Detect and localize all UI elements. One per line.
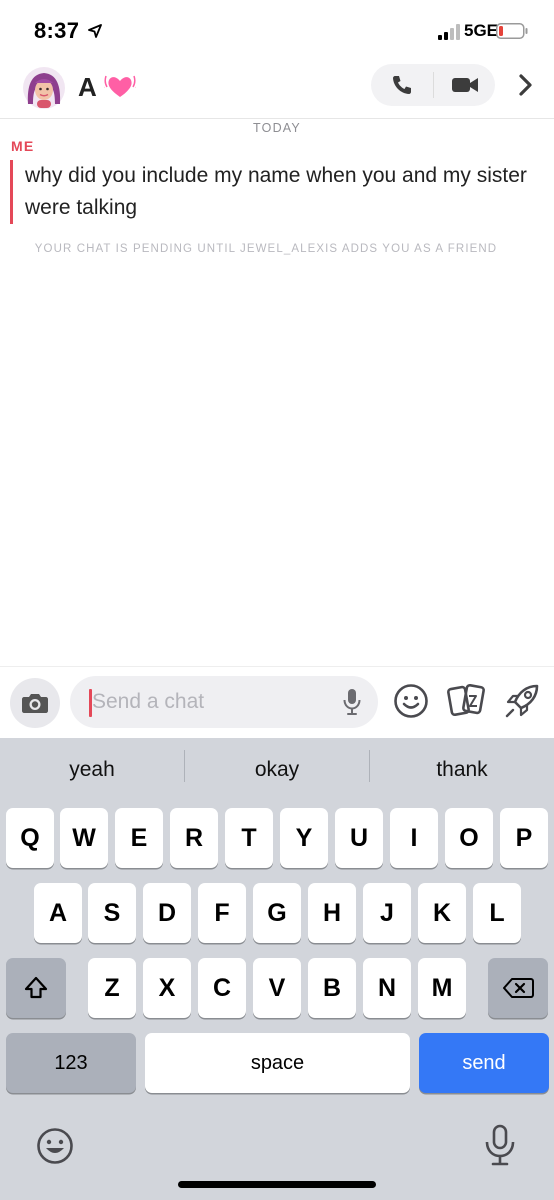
key-d[interactable]: D: [143, 883, 191, 943]
chat-input[interactable]: Send a chat: [70, 676, 378, 728]
suggestion-3[interactable]: thank: [370, 738, 554, 802]
key-y[interactable]: Y: [280, 808, 328, 868]
signal-icon: [438, 24, 460, 40]
battery-icon: [496, 23, 528, 39]
voice-call-button[interactable]: [371, 64, 433, 106]
heart-icon: [104, 75, 136, 97]
message-accent-bar: [10, 160, 13, 224]
chevron-right-icon: [519, 74, 532, 96]
key-b[interactable]: B: [308, 958, 356, 1018]
chat-screen: 8:37 5GE A TODAY ME why did you include …: [0, 0, 554, 1200]
pending-notice: YOUR CHAT IS PENDING UNTIL JEWEL_ALEXIS …: [34, 243, 498, 255]
status-time: 8:37: [34, 18, 80, 43]
home-indicator[interactable]: [178, 1181, 376, 1188]
chat-input-placeholder: Send a chat: [92, 690, 205, 713]
key-e[interactable]: E: [115, 808, 163, 868]
key-a[interactable]: A: [34, 883, 82, 943]
key-i[interactable]: I: [390, 808, 438, 868]
key-l[interactable]: L: [473, 883, 521, 943]
status-bar: 8:37 5GE: [0, 0, 554, 60]
shift-icon: [24, 976, 48, 999]
camera-button[interactable]: [10, 678, 60, 728]
key-r[interactable]: R: [170, 808, 218, 868]
dictation-icon[interactable]: [482, 1124, 518, 1168]
contact-name[interactable]: A: [78, 72, 97, 103]
header-divider: [0, 118, 554, 119]
bitmoji-avatar[interactable]: [22, 66, 66, 110]
key-j[interactable]: J: [363, 883, 411, 943]
chat-header: A: [0, 60, 554, 116]
send-key[interactable]: send: [419, 1033, 549, 1093]
location-arrow-icon: [88, 24, 102, 38]
phone-icon: [393, 76, 411, 94]
key-w[interactable]: W: [60, 808, 108, 868]
microphone-icon: [343, 689, 361, 715]
voice-note-button[interactable]: [338, 688, 366, 716]
key-o[interactable]: O: [445, 808, 493, 868]
key-x[interactable]: X: [143, 958, 191, 1018]
backspace-icon: [503, 978, 534, 998]
smiley-icon[interactable]: [393, 683, 429, 719]
suggestion-2[interactable]: okay: [185, 738, 369, 802]
rocket-icon[interactable]: [503, 682, 541, 720]
key-s[interactable]: S: [88, 883, 136, 943]
key-k[interactable]: K: [418, 883, 466, 943]
key-h[interactable]: H: [308, 883, 356, 943]
key-c[interactable]: C: [198, 958, 246, 1018]
sender-label: ME: [11, 138, 35, 154]
date-separator: TODAY: [253, 121, 301, 135]
cards-icon[interactable]: [447, 682, 487, 720]
emoji-keyboard-icon[interactable]: [35, 1126, 75, 1166]
key-n[interactable]: N: [363, 958, 411, 1018]
key-m[interactable]: M: [418, 958, 466, 1018]
key-v[interactable]: V: [253, 958, 301, 1018]
key-u[interactable]: U: [335, 808, 383, 868]
video-icon: [451, 78, 478, 92]
suggestion-1[interactable]: yeah: [0, 738, 184, 802]
key-t[interactable]: T: [225, 808, 273, 868]
video-call-button[interactable]: [434, 64, 495, 106]
key-q[interactable]: Q: [6, 808, 54, 868]
space-key[interactable]: space: [145, 1033, 410, 1093]
key-p[interactable]: P: [500, 808, 548, 868]
key-f[interactable]: F: [198, 883, 246, 943]
chat-message[interactable]: why did you include my name when you and…: [25, 160, 545, 224]
call-button-group: [371, 64, 495, 106]
shift-key[interactable]: [6, 958, 66, 1018]
backspace-key[interactable]: [488, 958, 548, 1018]
keyboard: yeah okay thank Q W E R T Y U I O P A S …: [0, 738, 554, 1200]
network-type: 5GE: [464, 21, 499, 40]
key-g[interactable]: G: [253, 883, 301, 943]
numbers-key[interactable]: 123: [6, 1033, 136, 1093]
composer-bar: Send a chat: [0, 666, 554, 739]
chevron-right-button[interactable]: [508, 68, 542, 102]
camera-icon: [22, 694, 48, 713]
key-z[interactable]: Z: [88, 958, 136, 1018]
